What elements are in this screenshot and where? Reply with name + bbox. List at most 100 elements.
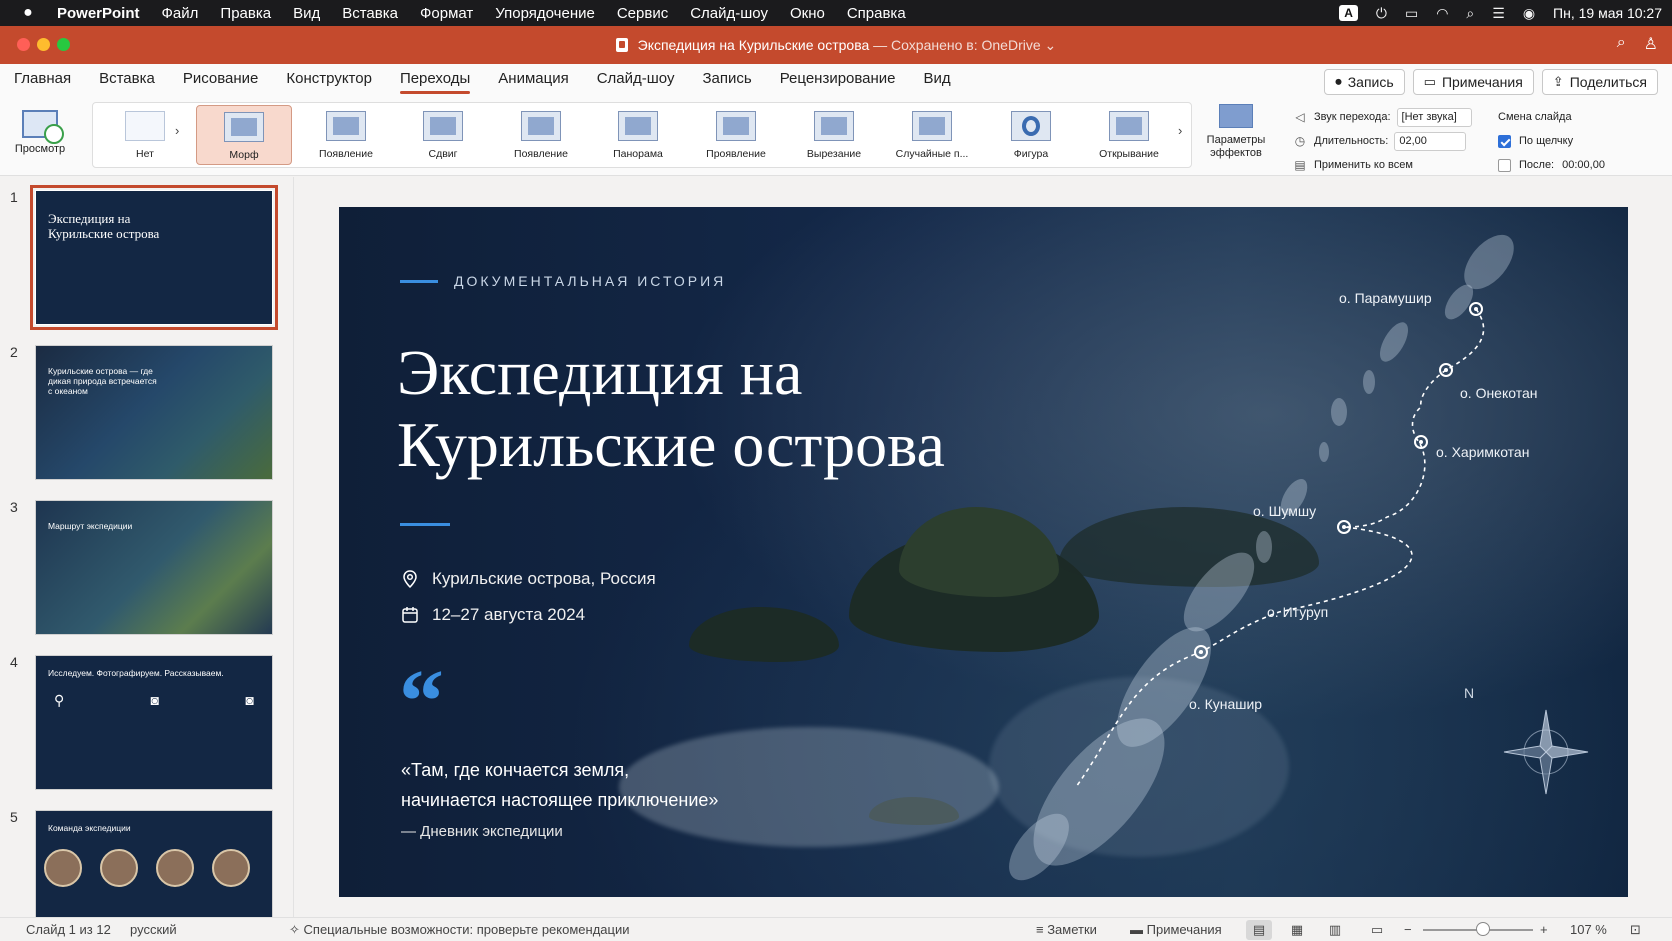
tab-record[interactable]: Запись <box>688 64 765 100</box>
status-comments-button[interactable]: ▬ Примечания <box>1130 922 1222 937</box>
menu-tools[interactable]: Сервис <box>606 5 679 22</box>
share-icon: ⇪ <box>1552 74 1564 89</box>
slide-thumbnail-4[interactable]: Исследуем. Фотографируем. Рассказываем. … <box>35 655 273 790</box>
menu-window[interactable]: Окно <box>779 5 836 22</box>
slide-title: Экспедиция на Курильские острова <box>397 337 945 481</box>
status-comments-label: Примечания <box>1146 922 1222 937</box>
transition-morph-icon <box>224 112 264 142</box>
notes-label: Заметки <box>1047 922 1097 937</box>
menubar-datetime[interactable]: Пн, 19 мая 10:27 <box>1553 5 1662 21</box>
transition-label: Сдвиг <box>428 148 458 160</box>
menu-view[interactable]: Вид <box>282 5 331 22</box>
transition-appear[interactable]: Появление <box>493 105 589 165</box>
input-source-indicator[interactable]: A <box>1339 5 1358 21</box>
on-click-label: По щелчку <box>1519 135 1574 147</box>
slide-sorter-button[interactable]: ▦ <box>1284 920 1310 940</box>
menu-format[interactable]: Формат <box>409 5 484 22</box>
siri-icon[interactable]: ◉ <box>1523 5 1535 22</box>
zoom-in-button[interactable]: + <box>1540 922 1548 937</box>
tab-design[interactable]: Конструктор <box>272 64 386 100</box>
transition-shape[interactable]: Фигура <box>983 105 1079 165</box>
slide-thumbnail-3[interactable]: Маршрут экспедиции <box>35 500 273 635</box>
transition-morph[interactable]: Морф <box>196 105 292 165</box>
menu-app-name[interactable]: PowerPoint <box>46 5 151 22</box>
transition-cut[interactable]: Вырезание <box>786 105 882 165</box>
zoom-level[interactable]: 107 % <box>1570 922 1607 937</box>
map-label-harimkotan: о. Харимкотан <box>1436 444 1530 460</box>
preview-button[interactable]: Просмотр <box>6 108 74 155</box>
comments-button[interactable]: ▭ Примечания <box>1412 69 1534 95</box>
slide-thumbnail-pane: 1 Экспедиция на Курильские острова 2 Кур… <box>0 177 294 917</box>
zoom-slider-handle[interactable] <box>1476 922 1490 936</box>
notes-button[interactable]: ≡ Заметки <box>1036 922 1097 937</box>
transition-label: Проявление <box>706 148 766 160</box>
slide-canvas[interactable]: ДОКУМЕНТАЛЬНАЯ ИСТОРИЯ Экспедиция на Кур… <box>339 207 1628 897</box>
map-label-iturup: о. Итуруп <box>1267 604 1329 620</box>
transition-fade[interactable]: Появление <box>298 105 394 165</box>
thumbnail-title: Экспедиция на Курильские острова <box>48 211 160 241</box>
save-status: — Сохранено в: OneDrive <box>873 37 1041 53</box>
transition-gallery: Нет › Морф Появление Сдвиг Появление Пан… <box>92 102 1192 168</box>
transition-pan[interactable]: Панорама <box>590 105 686 165</box>
menu-slideshow[interactable]: Слайд-шоу <box>679 5 779 22</box>
transition-push[interactable]: Сдвиг <box>395 105 491 165</box>
menu-arrange[interactable]: Упорядочение <box>484 5 606 22</box>
tab-draw[interactable]: Рисование <box>169 64 273 100</box>
after-time-stepper[interactable]: 00:00,00 <box>1562 159 1634 171</box>
transitions-ribbon: Просмотр Нет › Морф Появление Сдвиг Появ… <box>0 100 1672 176</box>
slideshow-view-button[interactable]: ▭ <box>1364 920 1390 940</box>
transition-reveal-icon <box>716 111 756 141</box>
menu-edit[interactable]: Правка <box>209 5 282 22</box>
duration-stepper[interactable]: 02,00 <box>1394 131 1467 151</box>
macos-menu-bar: ● PowerPoint Файл Правка Вид Вставка Фор… <box>0 0 1672 26</box>
accessibility-icon[interactable]: ⏻ <box>1376 5 1387 22</box>
wifi-icon[interactable]: ◠ <box>1436 5 1448 22</box>
research-icon: ⚲ <box>54 692 65 708</box>
slide-thumbnail-1[interactable]: Экспедиция на Курильские острова <box>30 185 278 330</box>
tab-animations[interactable]: Анимация <box>484 64 582 100</box>
kicker-rule <box>400 279 438 283</box>
tab-view[interactable]: Вид <box>910 64 965 100</box>
camera-icon: ◙ <box>245 692 254 708</box>
sound-dropdown[interactable]: [Нет звука] <box>1396 107 1472 127</box>
tab-slideshow[interactable]: Слайд-шоу <box>583 64 689 100</box>
apply-to-all-button[interactable]: ▤ Применить ко всем <box>1292 153 1482 177</box>
transition-uncover[interactable]: Открывание <box>1081 105 1177 165</box>
search-icon[interactable]: ⌕ <box>1617 34 1626 54</box>
zoom-out-button[interactable]: − <box>1404 922 1412 937</box>
language-indicator[interactable]: русский <box>130 922 177 937</box>
transition-reveal[interactable]: Проявление <box>688 105 784 165</box>
tab-review[interactable]: Рецензирование <box>766 64 910 100</box>
sound-label: Звук перехода: <box>1314 111 1391 123</box>
tab-transitions[interactable]: Переходы <box>386 64 484 100</box>
transition-random-bars-icon <box>912 111 952 141</box>
fit-to-window-icon[interactable]: ⊡ <box>1630 922 1641 938</box>
control-center-icon[interactable]: ☰ <box>1492 5 1505 22</box>
after-checkbox[interactable] <box>1498 158 1511 172</box>
slide-thumbnail-5[interactable]: Команда экспедиции <box>35 810 273 917</box>
apple-menu-icon[interactable]: ● <box>10 4 46 22</box>
slide-thumbnail-2[interactable]: Курильские острова — где дикая природа в… <box>35 345 273 480</box>
reading-view-button[interactable]: ▥ <box>1322 920 1348 940</box>
share-button[interactable]: ⇪ Поделиться <box>1541 69 1658 95</box>
menu-file[interactable]: Файл <box>151 5 210 22</box>
normal-view-button[interactable]: ▤ <box>1246 920 1272 940</box>
menu-help[interactable]: Справка <box>836 5 917 22</box>
effect-options-button[interactable]: Параметры эффектов <box>1198 104 1274 160</box>
spotlight-search-icon[interactable]: ⌕ <box>1466 5 1474 22</box>
account-icon[interactable]: ♙ <box>1644 34 1658 54</box>
tab-insert[interactable]: Вставка <box>85 64 169 100</box>
on-click-checkbox[interactable] <box>1498 134 1511 148</box>
battery-icon[interactable]: ▭ <box>1405 5 1418 22</box>
gallery-scroll-right-icon[interactable]: › <box>1178 123 1182 138</box>
quote-mark-icon: “ <box>399 652 444 751</box>
tab-home[interactable]: Главная <box>0 64 85 100</box>
accessibility-checker[interactable]: ✧ Специальные возможности: проверьте рек… <box>289 922 630 938</box>
transition-random-bars[interactable]: Случайные п... <box>884 105 980 165</box>
document-title[interactable]: Экспедиция на Курильские острова — Сохра… <box>0 37 1672 54</box>
location-pin-icon <box>403 570 417 589</box>
record-button[interactable]: ⏺ Запись <box>1324 69 1405 95</box>
compass-north-label: N <box>1464 685 1475 701</box>
after-time-value: 00:00,00 <box>1562 159 1605 171</box>
menu-insert[interactable]: Вставка <box>331 5 409 22</box>
